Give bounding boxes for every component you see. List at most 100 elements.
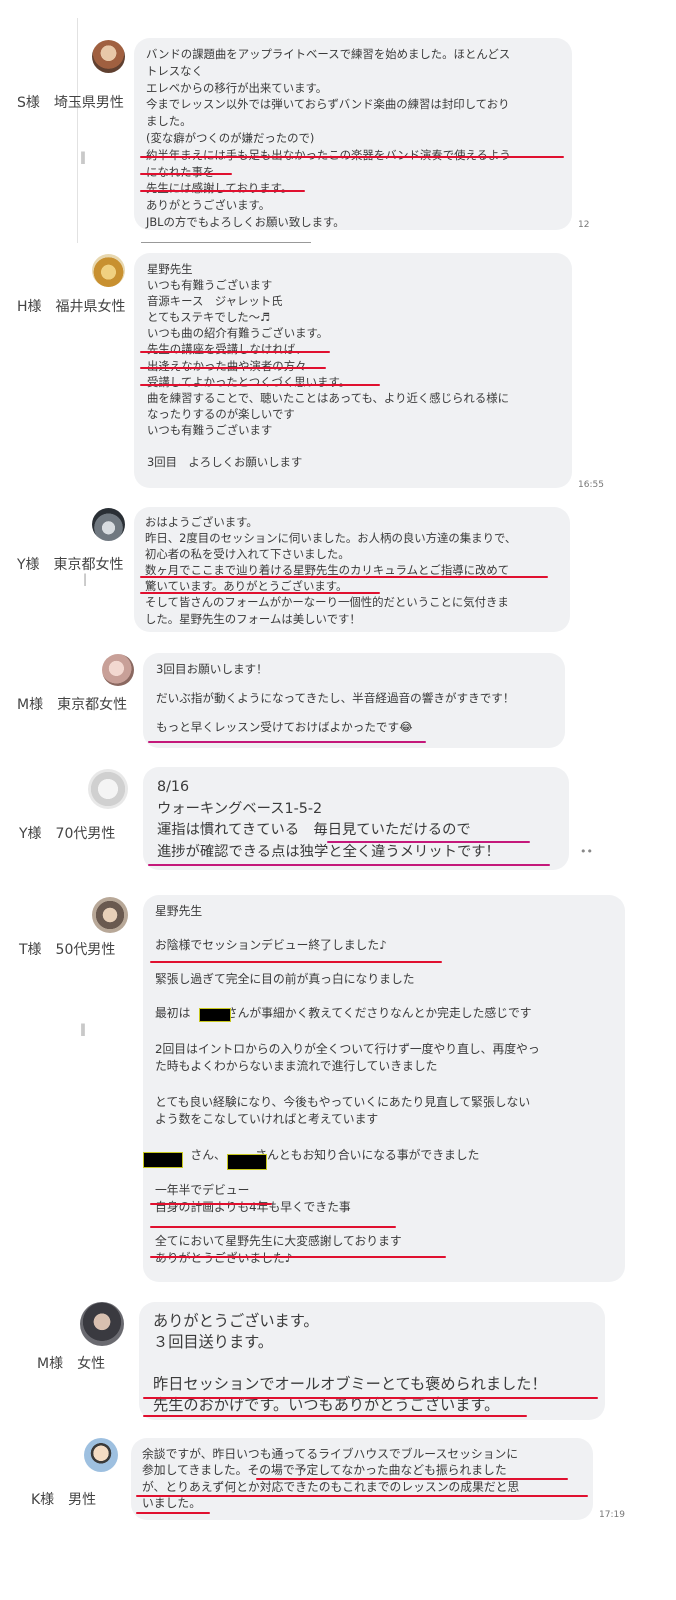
message-line: 出逢えなかった曲や演者の方々 [147, 358, 307, 373]
message-line: 初心者の私を受け入れて下さいました。 [145, 547, 350, 562]
highlight-underline [136, 1512, 210, 1514]
highlight-underline [140, 384, 380, 386]
avatar [84, 1438, 118, 1472]
divider-mark: ‖ [80, 1022, 86, 1036]
customer-name: S様 埼玉県男性 [17, 95, 124, 111]
customer-name: Y様 東京都女性 [17, 557, 124, 573]
customer-name: Y様 70代男性 [19, 826, 116, 842]
message-line: いつも有難うございます [147, 278, 273, 293]
redacted-name [143, 1152, 183, 1168]
message-line: おはようございます。 [145, 515, 258, 529]
message-line: (変な癖がつくのが嫌だったので) [146, 130, 315, 145]
message-line: 参加してきました。その場で予定してなかった曲なども振られました [142, 1463, 507, 1478]
message-line: いつも曲の紹介有難うございます。 [147, 326, 329, 341]
redacted-name [227, 1154, 267, 1170]
redacted-name [199, 1008, 231, 1022]
message-line: 8/16 [157, 779, 190, 795]
message-line: ありがとうございます。 [153, 1312, 319, 1330]
message-line: なったりするのが楽しいです [147, 406, 295, 421]
message-line: ました。 [146, 114, 192, 129]
message-line: ありがとうございます。 [146, 198, 271, 213]
message-line: 自身の計画よりも4年も早くできた事 [155, 1200, 351, 1214]
highlight-underline [148, 864, 550, 866]
highlight-underline [256, 1478, 568, 1480]
avatar [92, 254, 125, 287]
highlight-underline [140, 156, 564, 158]
message-line: さん、 さんともお知り合いになる事ができました [155, 1148, 480, 1162]
message-line: 昨日、2度目のセッションに伺いました。お人柄の良い方達の集まりで、 [145, 531, 517, 546]
highlight-underline [140, 576, 548, 578]
message-line: 昨日セッションでオールオブミーとても褒められました！ [153, 1375, 547, 1393]
message-line [147, 438, 572, 454]
customer-name: M様 東京都女性 [17, 697, 128, 713]
avatar [80, 1302, 124, 1346]
message-bubble: バンドの課題曲をアップライトベースで練習を始めました。ほとんどス トレスなく エ… [134, 38, 572, 230]
message-line: 3回目 よろしくお願いします [147, 455, 303, 470]
avatar [88, 769, 128, 809]
message-line: 緊張し過ぎて完全に目の前が真っ白になりました [155, 972, 415, 986]
message-line: いつも有難うございます [147, 422, 273, 437]
avatar [92, 508, 125, 541]
message-line: た時もよくわからないまま流れで進行していきました [155, 1059, 438, 1073]
highlight-underline [148, 741, 426, 743]
divider-mark: | [83, 572, 88, 586]
highlight-underline [140, 173, 232, 175]
message-line: バンドの課題曲をアップライトベースで練習を始めました。ほとんどス [146, 47, 511, 61]
message-line: ３回目送ります。 [153, 1333, 273, 1351]
message-line: よう数をこなしていければと考えています [155, 1112, 379, 1126]
message-line: トレスなく [146, 63, 203, 78]
customer-name: K様 男性 [31, 1492, 97, 1508]
message-line: もっと早くレッスン受けておけばよかったです😂 [156, 720, 413, 734]
message-line: エレベからの移行が出来ています。 [146, 80, 328, 95]
message-line: 先生の講座を受講しなければ、 [147, 342, 307, 357]
message-bubble: 8/16 ウォーキングベース1-5-2 運指は慣れてきている 毎日見ていただける… [143, 767, 569, 870]
highlight-underline [150, 1256, 446, 1258]
highlight-underline [140, 592, 380, 594]
message-line: 星野先生 [155, 904, 203, 918]
highlight-underline [143, 1415, 527, 1417]
message-line: 今までレッスン以外では弾いておらずバンド楽曲の練習は封印しており [146, 97, 510, 112]
separator-line [141, 242, 311, 243]
message-line: 余談ですが、昨日いつも通ってるライブハウスでブルースセッションに [142, 1447, 519, 1461]
timestamp: 12 [578, 220, 590, 230]
divider-mark: ‖ [80, 150, 86, 164]
avatar [92, 897, 128, 933]
customer-name: M様 女性 [37, 1356, 106, 1372]
thread-guide-line [77, 18, 78, 243]
message-line: 星野先生 [147, 262, 193, 276]
message-line: とてもステキでした〜♬ [147, 310, 271, 325]
message-line: お陰様でセッションデビュー終了しました♪ [155, 938, 387, 952]
timestamp: 16:55 [578, 480, 604, 490]
message-bubble: 星野先生 お陰様でセッションデビュー終了しました♪ 緊張し過ぎて完全に目の前が真… [143, 895, 625, 1282]
highlight-underline [143, 1397, 598, 1399]
highlight-underline [327, 841, 530, 843]
message-line: 全てにおいて星野先生に大変感謝しております [155, 1234, 402, 1248]
message-line: 一年半でデビュー [155, 1183, 250, 1197]
avatar [102, 654, 134, 686]
message-bubble: おはようございます。 昨日、2度目のセッションに伺いました。お人柄の良い方達の集… [134, 507, 570, 632]
message-line: 3回目お願いします！ [156, 662, 268, 676]
message-line: が、とりあえず何とか対応できたのもこれまでのレッスンの成果だと思 [142, 1479, 520, 1494]
more-options-icon[interactable]: •• [580, 845, 593, 858]
message-line: 2回目はイントロからの入りが全くついて行けず一度やり直し、再度やっ [155, 1042, 540, 1056]
highlight-underline [140, 367, 326, 369]
message-bubble: 3回目お願いします！ だいぶ指が動くようになってきたし、半音経過音の響きがすきで… [143, 653, 565, 748]
message-bubble: 星野先生 いつも有難うございます 音源キース ジャレット氏 とてもステキでした〜… [134, 253, 572, 488]
customer-name: T様 50代男性 [19, 942, 116, 958]
highlight-underline [140, 190, 305, 192]
message-bubble: ありがとうございます。 ３回目送ります。 昨日セッションでオールオブミーとても褒… [139, 1302, 605, 1420]
highlight-underline [150, 1226, 396, 1228]
message-line: 受講してよかったとつくづく思います。 [147, 374, 351, 389]
message-line: そして皆さんのフォームがかーなーり一個性的だということに気付きま [145, 595, 509, 610]
message-line: になれた事を [146, 164, 215, 179]
highlight-underline [140, 351, 330, 353]
highlight-underline [136, 1495, 588, 1497]
message-line: 進捗が確認できる点は独学と全く違うメリットです！ [157, 843, 500, 860]
message-line: とても良い経験になり、今後もやっていくにあたり見直して緊張しない [155, 1095, 531, 1109]
message-line: 音源キース ジャレット氏 [147, 294, 283, 309]
timestamp: 17:19 [599, 1510, 625, 1520]
message-line: 曲を練習することで、聴いたことはあっても、より近く感じられる様に [147, 390, 509, 405]
message-line: いました。 [142, 1495, 201, 1510]
avatar [92, 40, 125, 73]
message-line: 運指は慣れてきている 毎日見ていただけるので [157, 822, 471, 838]
